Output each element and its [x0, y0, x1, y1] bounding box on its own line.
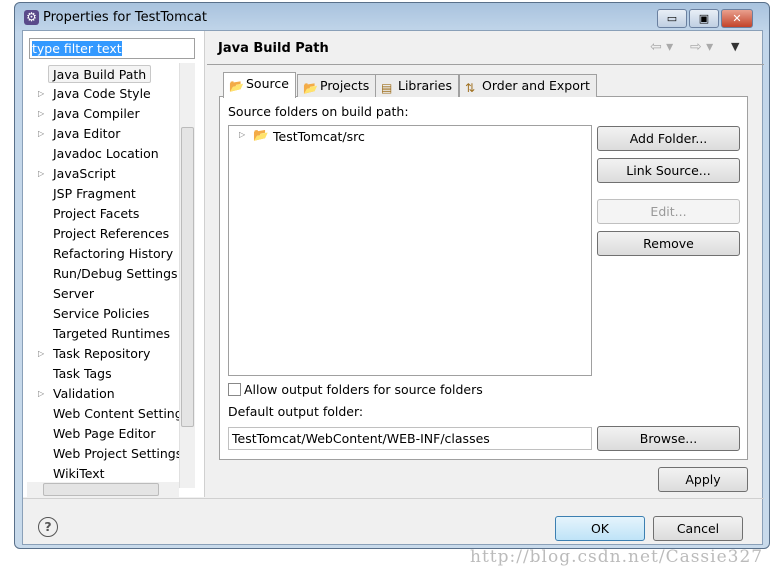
tree-item[interactable]: Project Facets: [53, 205, 139, 223]
divider: [23, 498, 764, 499]
tab-projects[interactable]: 📂 Projects: [297, 74, 377, 97]
edit-button[interactable]: Edit...: [597, 199, 740, 224]
output-folder-field[interactable]: TestTomcat/WebContent/WEB-INF/classes: [228, 427, 592, 450]
expand-icon[interactable]: ▷: [38, 169, 44, 178]
tree-item[interactable]: Project References: [53, 225, 169, 243]
tree-item[interactable]: Task Tags: [53, 365, 112, 383]
link-source-button[interactable]: Link Source...: [597, 158, 740, 183]
expand-icon[interactable]: ▷: [38, 349, 44, 358]
source-folder-list[interactable]: ▷ 📂 TestTomcat/src: [228, 125, 592, 376]
tree-item[interactable]: Java Build Path: [48, 65, 152, 83]
vertical-scrollbar[interactable]: [179, 63, 195, 488]
tree-item[interactable]: Targeted Runtimes: [53, 325, 170, 343]
tree-item[interactable]: Server: [53, 285, 94, 303]
expand-icon[interactable]: ▷: [38, 89, 44, 98]
source-folder-icon: 📂: [253, 127, 269, 142]
tree-item[interactable]: Refactoring History: [53, 245, 173, 263]
folder-icon: 📂: [229, 79, 244, 93]
tree-item[interactable]: JSP Fragment: [53, 185, 136, 203]
expand-icon[interactable]: ▷: [38, 109, 44, 118]
expand-icon[interactable]: ▷: [38, 389, 44, 398]
horizontal-scrollbar[interactable]: [27, 482, 179, 497]
allow-output-checkbox[interactable]: [228, 383, 241, 396]
tree-item[interactable]: Web Page Editor: [53, 425, 155, 443]
close-button[interactable]: ✕: [721, 9, 753, 28]
tab-order-and-export[interactable]: ⇅ Order and Export: [459, 74, 597, 97]
folder-icon: 📂: [303, 81, 318, 95]
tree-item[interactable]: Java Compiler: [53, 105, 140, 123]
expand-icon[interactable]: ▷: [38, 129, 44, 138]
tree-item[interactable]: Service Policies: [53, 305, 149, 323]
library-icon: ▤: [381, 81, 393, 95]
tab-libraries[interactable]: ▤ Libraries: [375, 74, 459, 97]
source-folder-item[interactable]: TestTomcat/src: [273, 129, 365, 144]
view-menu-icon[interactable]: ▼: [731, 40, 739, 53]
dialog-client: type filter text Java Build Path ▷ Java Co…: [22, 30, 764, 545]
expand-icon[interactable]: ▷: [239, 130, 245, 139]
tree-item[interactable]: Web Project Settings: [53, 445, 182, 463]
tree-item[interactable]: WikiText: [53, 465, 105, 483]
source-folders-label: Source folders on build path:: [228, 104, 409, 119]
filter-input[interactable]: type filter text: [29, 38, 195, 59]
tab-source[interactable]: 📂 Source: [223, 72, 296, 98]
maximize-button[interactable]: ▣: [689, 9, 719, 28]
output-folder-label: Default output folder:: [228, 404, 364, 419]
divider: [207, 64, 764, 65]
allow-output-label: Allow output folders for source folders: [244, 382, 483, 397]
add-folder-button[interactable]: Add Folder...: [597, 126, 740, 151]
minimize-button[interactable]: ▭: [657, 9, 687, 28]
remove-button[interactable]: Remove: [597, 231, 740, 256]
help-icon[interactable]: ?: [38, 517, 58, 537]
filter-text: type filter text: [32, 41, 122, 56]
tree-item[interactable]: Run/Debug Settings: [53, 265, 178, 283]
cancel-button[interactable]: Cancel: [653, 516, 743, 541]
tree-item[interactable]: Javadoc Location: [53, 145, 159, 163]
tree-item[interactable]: JavaScript: [53, 165, 116, 183]
tree-item[interactable]: Web Content Settings: [53, 405, 189, 423]
order-icon: ⇅: [465, 81, 476, 95]
browse-button[interactable]: Browse...: [597, 426, 740, 451]
ok-button[interactable]: OK: [555, 516, 645, 541]
tree-item[interactable]: Task Repository: [53, 345, 150, 363]
tree-item[interactable]: Java Editor: [53, 125, 120, 143]
window-title: Properties for TestTomcat: [43, 10, 207, 25]
gear-icon: ⚙: [24, 10, 39, 25]
back-icon[interactable]: ⇦ ▾: [650, 39, 673, 55]
watermark: http://blog.csdn.net/Cassie327: [470, 547, 764, 567]
page-title: Java Build Path: [218, 41, 329, 56]
tree-item[interactable]: Validation: [53, 385, 115, 403]
tree-item[interactable]: Java Code Style: [53, 85, 151, 103]
apply-button[interactable]: Apply: [658, 467, 748, 492]
forward-icon[interactable]: ⇨ ▾: [690, 39, 713, 55]
preference-tree-panel: type filter text Java Build Path ▷ Java Co…: [23, 31, 205, 497]
